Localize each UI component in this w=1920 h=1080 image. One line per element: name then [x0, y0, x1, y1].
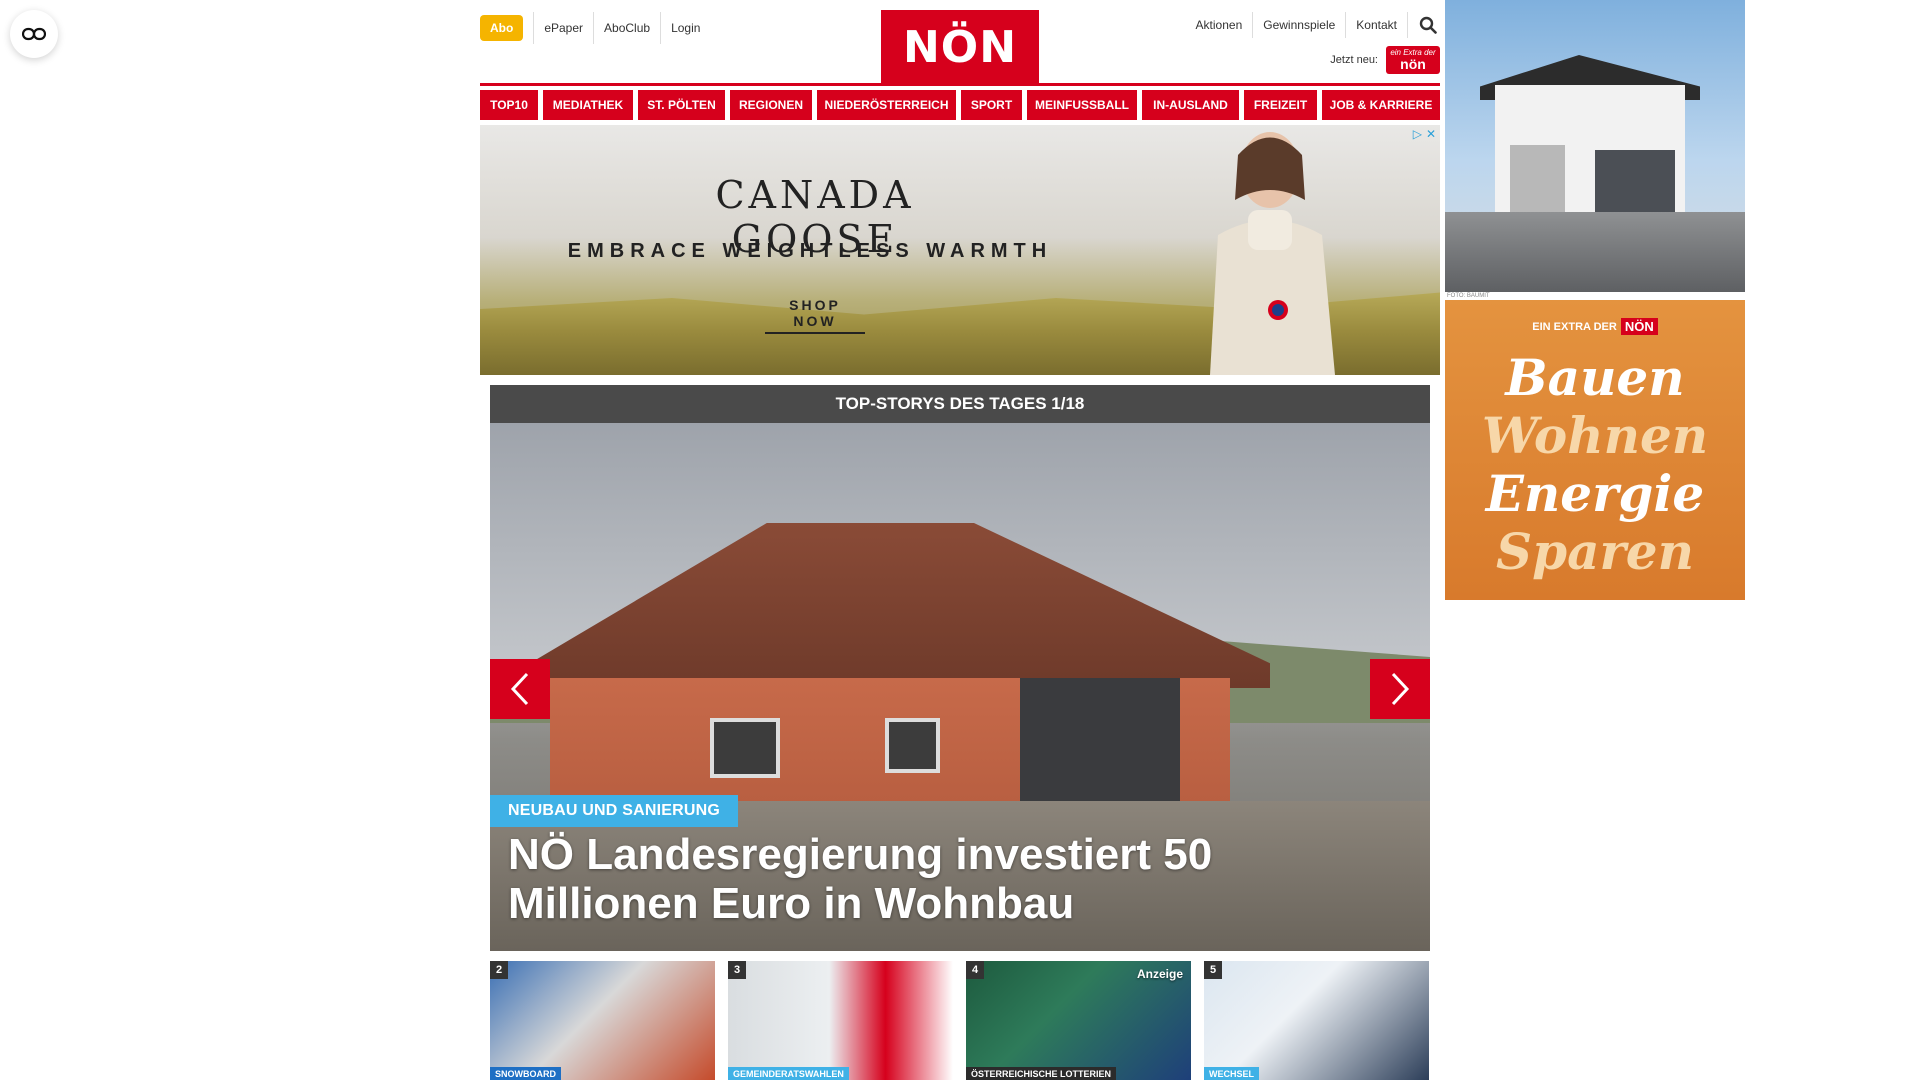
nav-st-poelten[interactable]: ST. PÖLTEN	[638, 90, 725, 120]
story-category-tag: GEMEINDERATSWAHLEN	[728, 1067, 849, 1080]
house-image-garage	[1510, 145, 1565, 215]
site-logo[interactable]: NÖN	[881, 10, 1039, 84]
ad-word-sparen: Sparen	[1496, 522, 1694, 581]
login-link[interactable]: Login	[660, 12, 710, 44]
hero-category-tag[interactable]: NEUBAU UND SANIERUNG	[490, 795, 739, 827]
ad-model-image	[1210, 132, 1335, 375]
chevron-left-icon	[510, 672, 529, 706]
nav-in-ausland[interactable]: IN-AUSLAND	[1142, 90, 1239, 120]
noen-mini-logo: NÖN	[1620, 318, 1658, 335]
canada-goose-ad[interactable]: ▷ ✕ CANADA GOOSE EMBRACE WEIGHTLESS WARM…	[480, 125, 1440, 375]
site-header: Abo ePaper AboClub Login NÖN Aktionen Ge…	[480, 0, 1440, 86]
extra-noen-logo-big: nön	[1400, 56, 1426, 72]
nav-niederoesterreich[interactable]: NIEDERÖSTERREICH	[817, 90, 956, 120]
top-nav-right: Aktionen Gewinnspiele Kontakt	[1186, 12, 1440, 38]
ad-word-wohnen: Wohnen	[1481, 406, 1709, 465]
hero-image-window	[885, 718, 940, 773]
house-image-road	[1445, 212, 1745, 292]
aktionen-link[interactable]: Aktionen	[1186, 12, 1254, 38]
story-number: 2	[490, 961, 508, 979]
story-thumb[interactable]: 4 Anzeige ÖSTERREICHISCHE LOTTERIEN	[966, 961, 1191, 1080]
close-icon[interactable]: ✕	[1426, 127, 1436, 141]
house-image-glass	[1595, 150, 1675, 215]
story-number: 4	[966, 961, 984, 979]
nav-meinfussball[interactable]: MEINFUSSBALL	[1027, 90, 1137, 120]
story-number: 3	[728, 961, 746, 979]
nav-mediathek[interactable]: MEDIATHEK	[543, 90, 633, 120]
ad-controls: ▷ ✕	[1413, 127, 1436, 141]
gewinnspiele-link[interactable]: Gewinnspiele	[1253, 12, 1347, 38]
chevron-right-icon	[1391, 672, 1410, 706]
anzeige-label: Anzeige	[1136, 967, 1183, 981]
hero-story[interactable]: NEUBAU UND SANIERUNG NÖ Landesregierung …	[490, 423, 1430, 951]
story-category-tag: WECHSEL	[1204, 1067, 1259, 1080]
ad-word-energie: Energie	[1485, 464, 1705, 523]
slider-prev-button[interactable]	[490, 659, 550, 719]
category-nav: TOP10 MEDIATHEK ST. PÖLTEN REGIONEN NIED…	[480, 90, 1440, 120]
aboclub-link[interactable]: AboClub	[593, 12, 660, 44]
story-thumb[interactable]: 3 GEMEINDERATSWAHLEN	[728, 961, 953, 1080]
ad-shop-now-button[interactable]: SHOP NOW	[765, 297, 865, 334]
kontakt-link[interactable]: Kontakt	[1346, 12, 1408, 38]
bauen-wohnen-ad[interactable]: EIN EXTRA DER NÖN Bauen Wohnen Energie S…	[1445, 300, 1745, 600]
top-stories-title: TOP-STORYS DES TAGES 1/18	[490, 385, 1430, 423]
nav-sport[interactable]: SPORT	[961, 90, 1022, 120]
accessibility-button[interactable]	[10, 10, 58, 58]
slider-next-button[interactable]	[1370, 659, 1430, 719]
right-sidebar: FOTO: BAUMIT EIN EXTRA DER NÖN Bauen Woh…	[1445, 0, 1745, 600]
house-ad[interactable]	[1445, 0, 1745, 292]
top-stories: TOP-STORYS DES TAGES 1/18 NEUBAU UND SAN…	[490, 385, 1430, 1080]
top-nav-left: Abo ePaper AboClub Login	[480, 12, 710, 44]
hero-headline[interactable]: NÖ Landesregierung investiert 50 Million…	[508, 830, 1268, 928]
story-number: 5	[1204, 961, 1222, 979]
ad-tagline: EMBRACE WEIGHTLESS WARMTH	[567, 240, 1053, 262]
foto-credit: FOTO: BAUMIT	[1447, 293, 1490, 299]
story-thumbnails: 2 SNOWBOARD 3 GEMEINDERATSWAHLEN 4 Anzei…	[490, 961, 1430, 1080]
hero-image-window	[710, 718, 780, 778]
nav-top10[interactable]: TOP10	[480, 90, 538, 120]
nav-job-karriere[interactable]: JOB & KARRIERE	[1322, 90, 1440, 120]
story-category-tag: SNOWBOARD	[490, 1067, 561, 1080]
ein-extra-der-noen: EIN EXTRA DER NÖN	[1445, 318, 1745, 335]
extra-noen-logo[interactable]: ein Extra der nön	[1386, 46, 1440, 74]
adchoices-icon[interactable]: ▷	[1413, 127, 1422, 141]
story-category-tag: ÖSTERREICHISCHE LOTTERIEN	[966, 1067, 1117, 1080]
extra-label: EIN EXTRA DER	[1532, 320, 1617, 333]
nav-freizeit[interactable]: FREIZEIT	[1244, 90, 1317, 120]
header-divider	[480, 83, 1440, 86]
jetzt-neu-label: Jetzt neu:	[1330, 54, 1378, 66]
main-column: Abo ePaper AboClub Login NÖN Aktionen Ge…	[480, 0, 1440, 1080]
epaper-link[interactable]: ePaper	[533, 12, 593, 44]
accessibility-icon	[22, 27, 46, 41]
nav-regionen[interactable]: REGIONEN	[730, 90, 812, 120]
abo-button[interactable]: Abo	[480, 15, 524, 41]
story-thumb[interactable]: 2 SNOWBOARD	[490, 961, 715, 1080]
story-thumb[interactable]: 5 WECHSEL	[1204, 961, 1429, 1080]
search-icon[interactable]	[1416, 13, 1440, 37]
ad-word-bauen: Bauen	[1505, 348, 1685, 407]
jetzt-neu: Jetzt neu: ein Extra der nön	[1330, 46, 1440, 74]
